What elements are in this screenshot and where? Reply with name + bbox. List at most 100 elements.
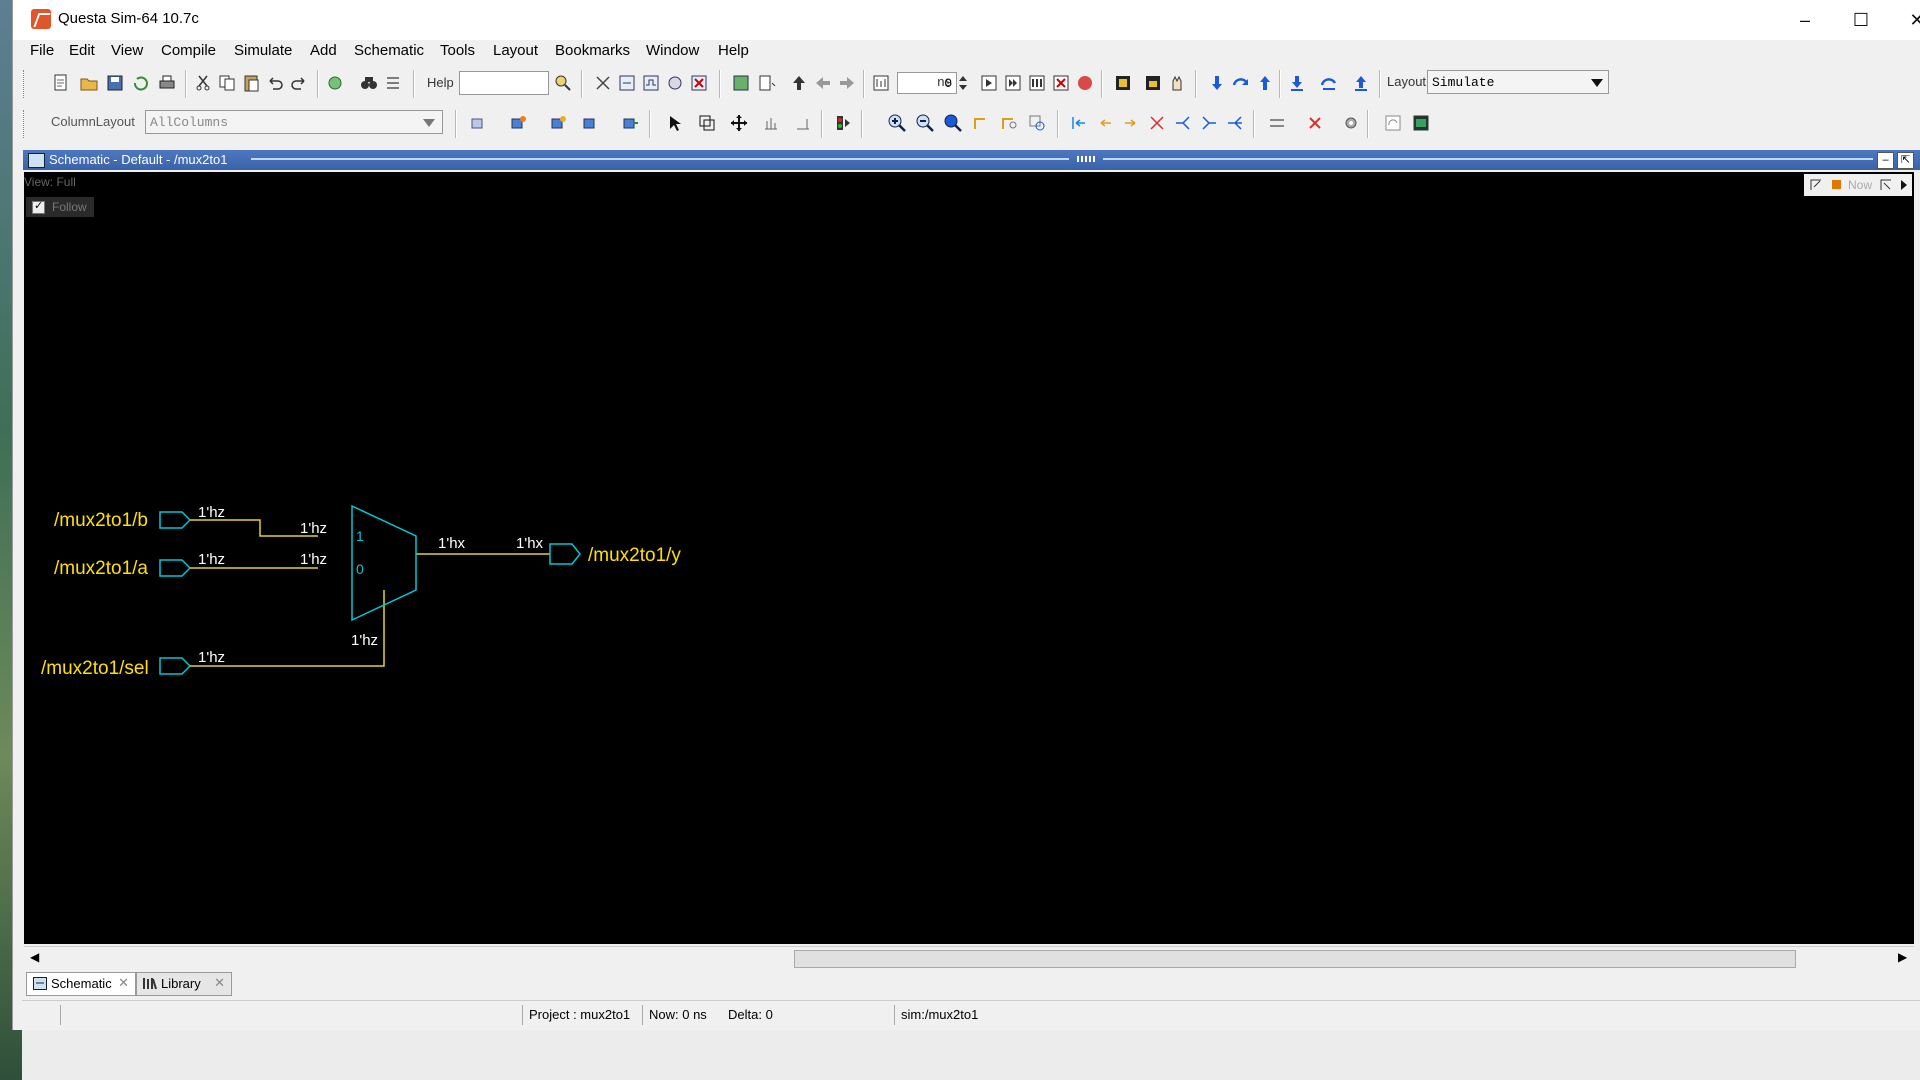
delete-icon[interactable]: [1305, 113, 1325, 133]
tab-schematic[interactable]: Schematic ✕: [26, 972, 136, 996]
menu-compile[interactable]: Compile: [161, 42, 216, 59]
close-icon[interactable]: ✕: [214, 975, 225, 991]
hand-icon[interactable]: [1167, 73, 1187, 93]
zoom-out-icon[interactable]: [915, 113, 935, 133]
menu-add[interactable]: Add: [310, 42, 337, 59]
wire-b[interactable]: [190, 519, 318, 537]
stop-signal-icon[interactable]: [833, 113, 853, 133]
follow-toggle[interactable]: Follow: [26, 197, 94, 217]
step-out-icon[interactable]: [1255, 73, 1275, 93]
pane-undock-button[interactable]: ⇱: [1897, 152, 1914, 169]
trace-input-icon[interactable]: [1069, 113, 1089, 133]
step-out-dropdown-icon[interactable]: [1351, 73, 1371, 93]
stop-icon[interactable]: [689, 73, 709, 93]
console-icon[interactable]: [1411, 113, 1431, 133]
redo-icon[interactable]: [289, 73, 309, 93]
scrollbar-thumb[interactable]: [794, 950, 1796, 968]
toolbar-grip[interactable]: [23, 70, 27, 98]
reload-icon[interactable]: [131, 73, 151, 93]
menu-bookmarks[interactable]: Bookmarks: [555, 42, 630, 59]
wave-icon[interactable]: [641, 73, 661, 93]
menu-help[interactable]: Help: [718, 42, 749, 59]
regroup-icon[interactable]: [1267, 113, 1287, 133]
schematic-drawing[interactable]: /mux2to1/b /mux2to1/a /mux2to1/sel 1 0 1…: [24, 172, 1914, 944]
continue-run-icon[interactable]: [1003, 73, 1023, 93]
copy-icon[interactable]: [217, 73, 237, 93]
expand-net-inputs-icon[interactable]: [509, 113, 529, 133]
save-icon[interactable]: [105, 73, 125, 93]
trace-x-icon[interactable]: [1147, 113, 1167, 133]
stop-sim-icon[interactable]: [1075, 73, 1095, 93]
help-search-icon[interactable]: [553, 73, 573, 93]
step-down-icon[interactable]: [1207, 73, 1227, 93]
run-all-icon[interactable]: [1027, 73, 1047, 93]
paste-icon[interactable]: [241, 73, 261, 93]
step-over-dropdown-icon[interactable]: [1319, 73, 1339, 93]
zoom-in-icon[interactable]: [887, 113, 907, 133]
back-arrow-icon[interactable]: [813, 73, 833, 93]
refresh-icon[interactable]: [1383, 113, 1403, 133]
zoom-fit-icon[interactable]: [971, 113, 991, 133]
forward-arrow-icon[interactable]: [837, 73, 857, 93]
help-search-input[interactable]: [459, 71, 549, 95]
close-button[interactable]: ✕: [1889, 0, 1920, 40]
toolbar-grip[interactable]: [23, 110, 27, 138]
schematic-canvas[interactable]: /mux2to1/b /mux2to1/a /mux2to1/sel 1 0 1…: [24, 172, 1914, 944]
open-folder-icon[interactable]: [79, 73, 99, 93]
trace-prev-icon[interactable]: [1121, 113, 1141, 133]
column-layout-select[interactable]: AllColumns: [145, 110, 443, 134]
memory-icon[interactable]: [1143, 73, 1163, 93]
run-length-icon[interactable]: [871, 73, 891, 93]
output-port-y[interactable]: [549, 543, 581, 565]
menu-tools[interactable]: Tools: [440, 42, 475, 59]
horizontal-scrollbar[interactable]: ◀ ▶: [24, 946, 1914, 969]
measure-icon[interactable]: [761, 113, 781, 133]
print-icon[interactable]: [157, 73, 177, 93]
cursor-icon[interactable]: [793, 113, 813, 133]
expand-drivers-icon[interactable]: [581, 113, 601, 133]
menu-simulate[interactable]: Simulate: [234, 42, 292, 59]
break-run-icon[interactable]: [1051, 73, 1071, 93]
trace-next-icon[interactable]: [1095, 113, 1115, 133]
zoom-box-icon[interactable]: [697, 113, 717, 133]
dataflow-icon[interactable]: [665, 73, 685, 93]
expand-net-outputs-icon[interactable]: [549, 113, 569, 133]
step-into-icon[interactable]: [731, 73, 751, 93]
restart-icon[interactable]: [617, 73, 637, 93]
step-over-icon[interactable]: [1231, 73, 1251, 93]
input-port-sel[interactable]: [159, 657, 192, 675]
undo-icon[interactable]: [265, 73, 285, 93]
scroll-right-icon[interactable]: ▶: [1898, 950, 1907, 964]
list-icon[interactable]: [383, 73, 403, 93]
follow-checkbox[interactable]: [32, 199, 45, 214]
up-arrow-icon[interactable]: [789, 73, 809, 93]
chevron-right-icon[interactable]: [1898, 178, 1910, 192]
performance-icon[interactable]: [1113, 73, 1133, 93]
menu-schematic[interactable]: Schematic: [354, 42, 424, 59]
zoom-selection-icon[interactable]: [999, 113, 1019, 133]
compile-icon[interactable]: [325, 73, 345, 93]
menu-window[interactable]: Window: [646, 42, 699, 59]
trace-fanout-icon[interactable]: [1173, 113, 1193, 133]
maximize-button[interactable]: ☐: [1833, 0, 1889, 40]
close-icon[interactable]: ✕: [118, 975, 129, 991]
chevron-down-icon[interactable]: [421, 115, 437, 131]
expand-readers-icon[interactable]: [621, 113, 641, 133]
cut-icon[interactable]: [193, 73, 213, 93]
run-icon[interactable]: [979, 73, 999, 93]
break-icon[interactable]: [593, 73, 613, 93]
time-stepper-icon[interactable]: [957, 73, 969, 93]
pane-minimize-button[interactable]: –: [1877, 152, 1894, 169]
input-port-a[interactable]: [159, 559, 192, 577]
trace-all-icon[interactable]: [1225, 113, 1245, 133]
scroll-left-icon[interactable]: ◀: [30, 950, 39, 964]
zoom-region-icon[interactable]: [1027, 113, 1047, 133]
undock-left-icon[interactable]: [1808, 177, 1824, 193]
trace-fanin-icon[interactable]: [1199, 113, 1219, 133]
minimize-button[interactable]: –: [1777, 0, 1833, 40]
zoom-full-icon[interactable]: [943, 113, 963, 133]
trace-icon[interactable]: [757, 73, 777, 93]
step-into-dropdown-icon[interactable]: [1287, 73, 1307, 93]
settings-gear-icon[interactable]: [1341, 113, 1361, 133]
chevron-down-icon[interactable]: [1589, 75, 1605, 91]
